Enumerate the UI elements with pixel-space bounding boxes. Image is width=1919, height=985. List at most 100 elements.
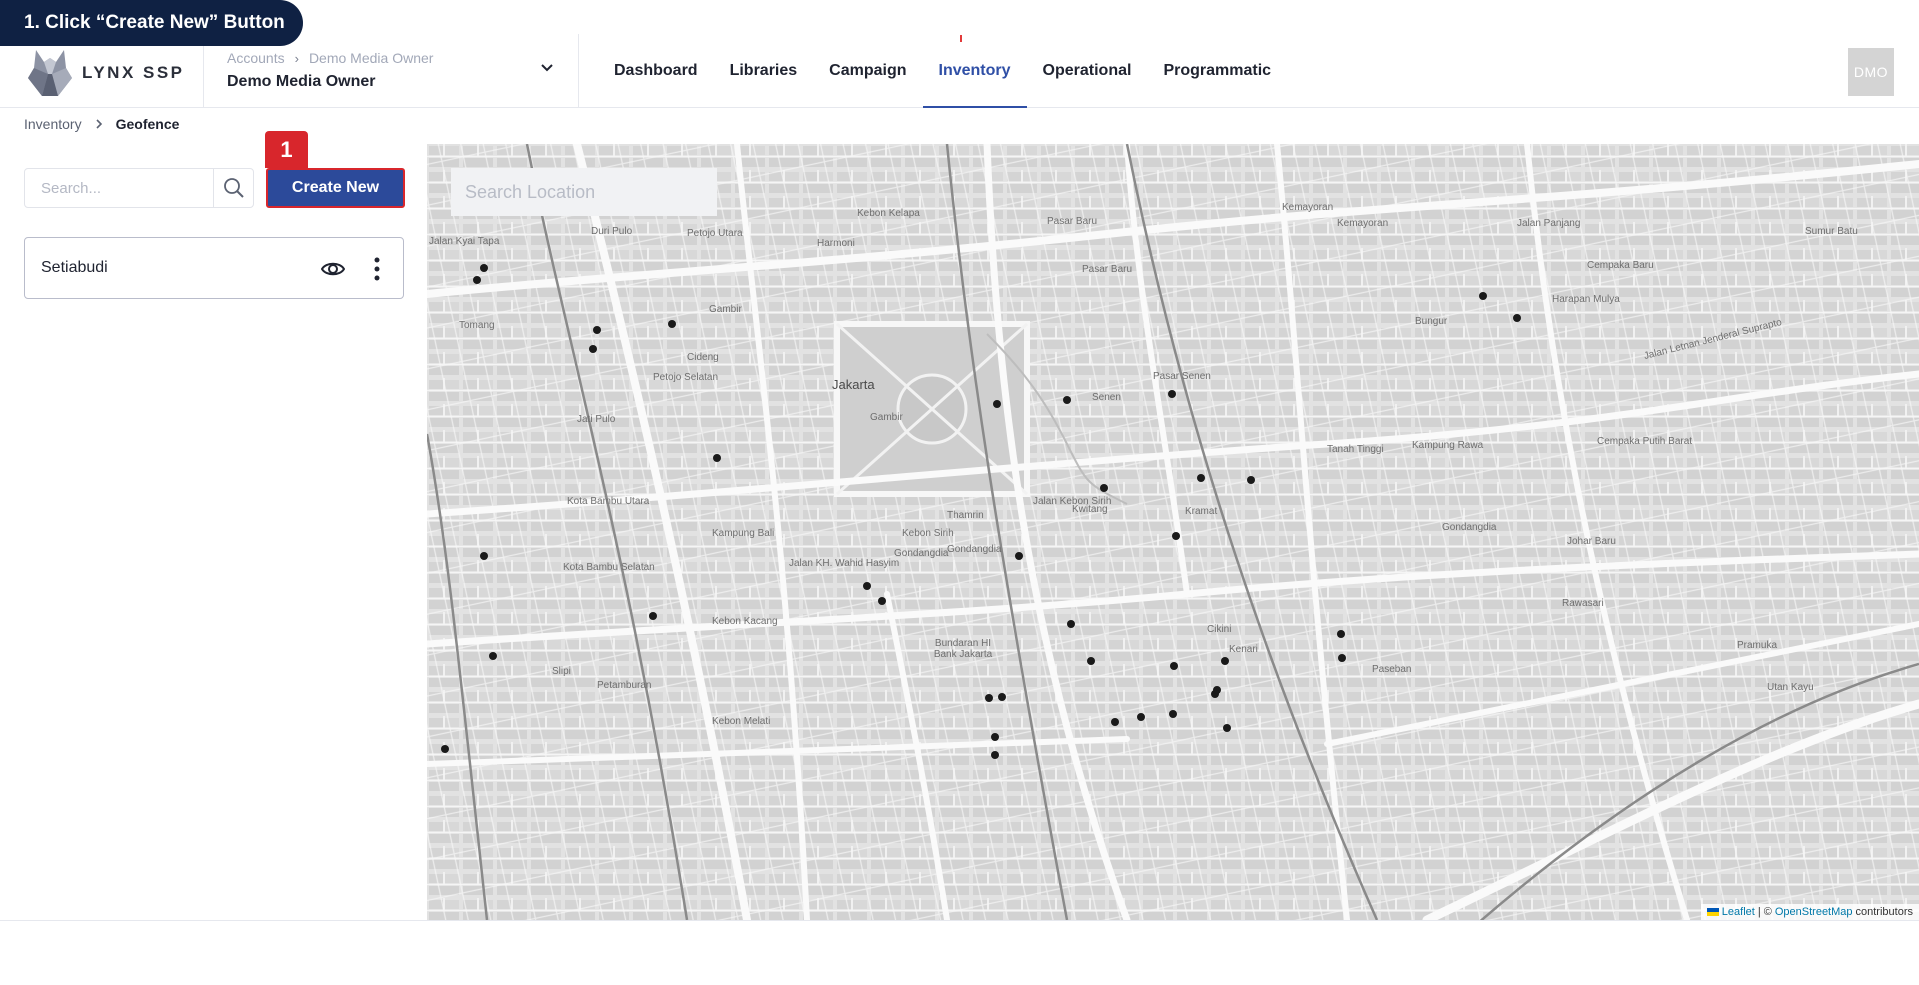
search-button[interactable]: [213, 169, 253, 207]
nav-label: Operational: [1042, 62, 1132, 79]
geofence-sidebar: 1 Create New Setiabudi: [0, 131, 427, 920]
nav-label: Campaign: [829, 62, 907, 79]
map-label: Jalan Kyai Tapa: [429, 236, 500, 247]
ukraine-flag-icon: [1706, 908, 1719, 916]
map-label: Petojo Utara: [687, 228, 743, 239]
map-label: Rawasari: [1562, 598, 1604, 609]
map-label: Bundaran HI Bank Jakarta: [933, 638, 993, 660]
map-label: Bungur: [1415, 316, 1448, 327]
breadcrumb-parent[interactable]: Inventory: [24, 116, 82, 132]
chevron-right-icon: [96, 119, 102, 129]
nav-label: Inventory: [938, 62, 1011, 79]
map-label: Kota Bambu Selatan: [563, 562, 655, 573]
map-label: Gambir: [709, 304, 742, 315]
list-item[interactable]: Setiabudi: [24, 237, 404, 299]
chevron-down-icon[interactable]: [537, 58, 557, 78]
breadcrumb: Inventory Geofence: [24, 116, 179, 132]
account-breadcrumb: Accounts › Demo Media Owner: [227, 50, 557, 66]
map-label: Cempaka Baru: [1587, 260, 1654, 271]
map-label: Jati Pulo: [577, 414, 616, 425]
nav-label: Dashboard: [614, 62, 698, 79]
nav-dashboard[interactable]: Dashboard: [598, 34, 714, 108]
map-label: Cikini: [1207, 624, 1232, 635]
map-label: Kenari: [1229, 644, 1258, 655]
map-label: Kebon Kelapa: [857, 208, 920, 219]
map-label: Kebon Melati: [712, 716, 771, 727]
step-badge: 1: [265, 131, 308, 168]
leaflet-link[interactable]: Leaflet: [1722, 906, 1755, 918]
map-label: Duri Pulo: [591, 226, 633, 237]
map-label: Thamrin: [947, 510, 984, 521]
map-label: Jakarta: [832, 377, 875, 392]
map-label: Kemayoran: [1337, 218, 1389, 229]
nav-inventory[interactable]: Inventory: [922, 34, 1027, 108]
nav-libraries[interactable]: Libraries: [714, 34, 814, 108]
header-divider: [578, 34, 579, 108]
nav-label: Libraries: [729, 62, 798, 79]
logo[interactable]: LYNX SSP: [28, 48, 185, 98]
map-label: Jalan Kebon Sirih: [1033, 496, 1112, 507]
avatar[interactable]: DMO: [1848, 48, 1894, 96]
map-label: Gambir: [870, 412, 903, 423]
map-label: Pasar Baru: [1082, 264, 1133, 275]
attribution-separator: | ©: [1757, 906, 1772, 918]
eye-icon[interactable]: [321, 257, 345, 281]
map-label: Petojo Selatan: [653, 372, 719, 383]
indicator-tick: [960, 35, 962, 42]
map-label: Gondangdia: [894, 548, 949, 559]
map-label: Paseban: [1372, 664, 1412, 675]
map-label: Kebon Sirih: [902, 528, 954, 539]
instruction-text: 1. Click “Create New” Button: [24, 12, 285, 33]
breadcrumb-current: Geofence: [115, 116, 180, 132]
search-field: [24, 168, 254, 208]
map-label: Utan Kayu: [1767, 682, 1814, 693]
nav-campaign[interactable]: Campaign: [813, 34, 922, 108]
map-tiles: [427, 144, 1919, 920]
map-label: Harapan Mulya: [1552, 294, 1620, 305]
create-new-button[interactable]: Create New: [266, 168, 405, 208]
map-label: Gondangdia: [947, 544, 1002, 555]
map-label: Sumur Batu: [1805, 226, 1858, 237]
logo-text: LYNX SSP: [82, 63, 185, 82]
main-nav: Dashboard Libraries Campaign Inventory O…: [598, 34, 1287, 108]
map-label: Petamburan: [597, 680, 652, 691]
map-label: Pasar Baru: [1047, 216, 1098, 227]
map-attribution: Leaflet | © OpenStreetMap contributors: [1700, 904, 1919, 920]
map-label: Jalan KH. Wahid Hasyim: [789, 558, 900, 569]
map-label: Tanah Tinggi: [1327, 444, 1384, 455]
lynx-logo-icon: [28, 50, 72, 96]
account-crumb-2[interactable]: Demo Media Owner: [309, 50, 434, 66]
map-label: Pasar Senen: [1153, 371, 1211, 382]
account-name: Demo Media Owner: [227, 73, 376, 90]
footer-divider: [0, 920, 1919, 921]
attribution-suffix: contributors: [1855, 906, 1913, 918]
osm-link[interactable]: OpenStreetMap: [1775, 906, 1853, 918]
map-view[interactable]: Jakarta Gambir Gambir Petojo Utara Petoj…: [427, 144, 1919, 920]
map-label: Kemayoran: [1282, 202, 1334, 213]
geofence-name: Setiabudi: [41, 259, 108, 276]
more-vertical-icon[interactable]: [373, 256, 381, 282]
account-crumb-1[interactable]: Accounts: [227, 50, 285, 66]
nav-programmatic[interactable]: Programmatic: [1147, 34, 1287, 108]
account-switcher[interactable]: Accounts › Demo Media Owner Demo Media O…: [227, 50, 557, 91]
map-label: Cempaka Putih Barat: [1597, 436, 1693, 447]
map-label: Tomang: [459, 320, 495, 331]
map-label: Cideng: [687, 352, 719, 363]
map-label: Kebon Kacang: [712, 616, 778, 627]
map-label: Kota Bambu Utara: [567, 496, 650, 507]
map-label: Slipi: [552, 666, 571, 677]
map-label: Senen: [1092, 392, 1121, 403]
map-label: Gondangdia: [1442, 522, 1497, 533]
map-label: Kampung Rawa: [1412, 440, 1484, 451]
map-label: Kampung Bali: [712, 528, 775, 539]
nav-label: Programmatic: [1163, 62, 1272, 79]
search-input[interactable]: [25, 169, 213, 207]
map-label: Kramat: [1185, 506, 1218, 517]
search-icon: [223, 178, 244, 198]
location-search-input[interactable]: [451, 168, 717, 216]
chevron-right-icon: ›: [294, 50, 299, 66]
nav-operational[interactable]: Operational: [1027, 34, 1148, 108]
map-label: Jalan Panjang: [1517, 218, 1581, 229]
map-label: Harmoni: [817, 238, 855, 249]
map-label: Johar Baru: [1567, 536, 1616, 547]
